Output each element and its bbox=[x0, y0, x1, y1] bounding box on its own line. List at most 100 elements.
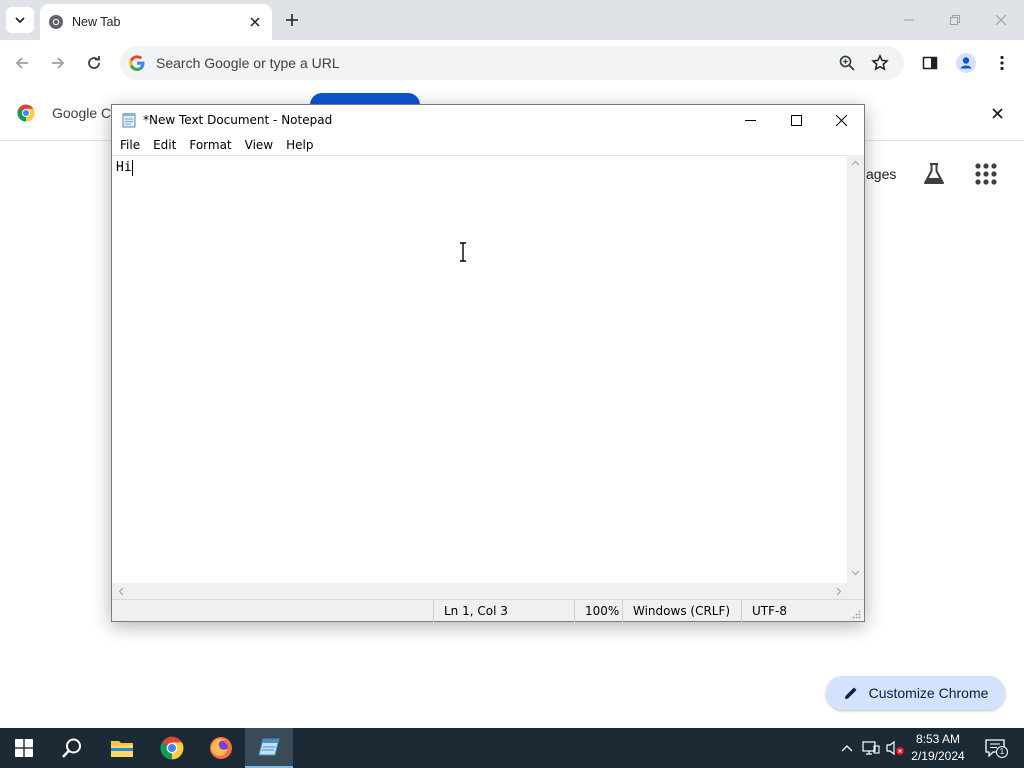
notepad-icon bbox=[122, 113, 136, 128]
taskbar: 8:53 AM 2/19/2024 1 bbox=[0, 728, 1024, 768]
chrome-close-button[interactable] bbox=[987, 6, 1015, 34]
ibeam-cursor-icon bbox=[460, 242, 466, 262]
chrome-minimize-button[interactable] bbox=[895, 6, 923, 34]
scroll-down-button[interactable] bbox=[849, 567, 861, 579]
notepad-minimize-button[interactable] bbox=[727, 105, 773, 135]
avatar-icon bbox=[956, 53, 976, 73]
clock-date: 2/19/2024 bbox=[911, 749, 965, 763]
chevron-down-icon bbox=[851, 570, 859, 576]
flask-icon bbox=[924, 163, 944, 184]
new-tab-button[interactable] bbox=[280, 8, 304, 32]
status-zoom-text: 100% bbox=[585, 604, 620, 618]
taskbar-firefox[interactable] bbox=[197, 728, 245, 768]
status-encoding: UTF-8 bbox=[741, 600, 851, 622]
notepad-icon bbox=[258, 738, 280, 756]
resize-grip-icon[interactable] bbox=[851, 609, 861, 619]
status-position: Ln 1, Col 3 bbox=[433, 600, 574, 622]
chevron-right-icon bbox=[836, 587, 842, 595]
chevron-left-icon bbox=[118, 587, 124, 595]
status-line-endings: Windows (CRLF) bbox=[622, 600, 741, 622]
tab-title: New Tab bbox=[72, 15, 121, 29]
notepad-titlebar[interactable]: *New Text Document - Notepad bbox=[112, 105, 864, 135]
taskbar-file-explorer[interactable] bbox=[98, 728, 146, 768]
notepad-text-area[interactable]: Hi bbox=[112, 155, 847, 583]
start-button[interactable] bbox=[0, 728, 48, 768]
horizontal-scrollbar[interactable] bbox=[112, 583, 864, 599]
notification-count-badge: 1 bbox=[996, 746, 1008, 758]
status-encoding-text: UTF-8 bbox=[752, 604, 787, 618]
notepad-statusbar: Ln 1, Col 3 100% Windows (CRLF) UTF-8 bbox=[112, 599, 864, 622]
chevron-down-icon bbox=[15, 17, 25, 24]
close-icon bbox=[835, 114, 847, 126]
menu-format[interactable]: Format bbox=[184, 138, 237, 152]
chrome-tabstrip: New Tab bbox=[0, 0, 1024, 40]
bookmark-star-button[interactable] bbox=[871, 53, 889, 72]
reload-button[interactable] bbox=[80, 49, 108, 77]
vertical-scrollbar[interactable] bbox=[847, 155, 864, 583]
restore-icon bbox=[950, 15, 960, 25]
omnibox-placeholder: Search Google or type a URL bbox=[156, 55, 340, 71]
chrome-logo-icon bbox=[17, 104, 35, 122]
side-panel-icon bbox=[922, 56, 938, 70]
menu-file[interactable]: File bbox=[115, 138, 146, 152]
ntp-images-link[interactable]: ages bbox=[866, 166, 896, 182]
network-button[interactable] bbox=[861, 738, 881, 758]
folder-icon bbox=[111, 741, 133, 757]
back-button[interactable] bbox=[8, 49, 36, 77]
close-icon bbox=[995, 14, 1007, 26]
taskbar-clock[interactable]: 8:53 AM 2/19/2024 bbox=[906, 731, 970, 765]
taskbar-search-button[interactable] bbox=[48, 728, 96, 768]
notepad-maximize-button[interactable] bbox=[773, 105, 819, 135]
minimize-icon bbox=[744, 119, 756, 121]
network-icon bbox=[862, 741, 880, 755]
taskbar-notepad[interactable] bbox=[245, 728, 293, 768]
tab-search-button[interactable] bbox=[6, 7, 34, 33]
notepad-close-button[interactable] bbox=[818, 105, 864, 135]
star-icon bbox=[871, 53, 889, 71]
volume-button[interactable] bbox=[885, 738, 905, 758]
zoom-icon bbox=[839, 55, 855, 71]
notepad-title: *New Text Document - Notepad bbox=[143, 113, 333, 127]
menu-help[interactable]: Help bbox=[281, 138, 319, 152]
status-zoom: 100% bbox=[574, 600, 622, 622]
arrow-right-icon bbox=[52, 57, 65, 69]
close-icon bbox=[250, 17, 260, 27]
action-center-button[interactable]: 1 bbox=[983, 738, 1008, 758]
chevron-up-icon bbox=[851, 160, 859, 166]
promo-label: Google Ch bbox=[52, 105, 119, 121]
side-panel-button[interactable] bbox=[916, 49, 944, 77]
chrome-menu-button[interactable] bbox=[988, 49, 1016, 77]
close-icon bbox=[991, 107, 1003, 119]
status-line-endings-text: Windows (CRLF) bbox=[633, 604, 731, 618]
promo-close-button[interactable] bbox=[988, 104, 1006, 122]
clock-time: 8:53 AM bbox=[915, 732, 961, 746]
chrome-logo-icon bbox=[160, 736, 184, 760]
zoom-button[interactable] bbox=[838, 54, 856, 72]
chevron-up-icon bbox=[841, 745, 853, 752]
menu-view[interactable]: View bbox=[240, 138, 279, 152]
google-apps-button[interactable] bbox=[973, 161, 999, 187]
omnibox[interactable]: Search Google or type a URL bbox=[120, 46, 904, 80]
arrow-left-icon bbox=[15, 57, 28, 69]
windows-logo-icon bbox=[15, 739, 33, 757]
customize-chrome-label: Customize Chrome bbox=[868, 685, 989, 701]
taskbar-chrome[interactable] bbox=[148, 728, 196, 768]
maximize-icon bbox=[790, 114, 802, 126]
profile-button[interactable] bbox=[952, 49, 980, 77]
status-position-text: Ln 1, Col 3 bbox=[444, 604, 508, 618]
scroll-left-button[interactable] bbox=[115, 585, 127, 597]
labs-button[interactable] bbox=[921, 161, 947, 187]
tab-close-button[interactable] bbox=[246, 13, 264, 31]
tab-new-tab[interactable]: New Tab bbox=[40, 4, 272, 40]
apps-grid-icon bbox=[975, 163, 997, 185]
volume-muted-icon bbox=[886, 740, 904, 756]
customize-chrome-button[interactable]: Customize Chrome bbox=[826, 676, 1005, 710]
notepad-menubar: File Edit Format View Help bbox=[112, 135, 864, 155]
search-icon bbox=[62, 738, 81, 758]
scroll-right-button[interactable] bbox=[833, 585, 845, 597]
forward-button[interactable] bbox=[44, 49, 72, 77]
scroll-up-button[interactable] bbox=[849, 157, 861, 169]
show-hidden-icons-button[interactable] bbox=[837, 738, 857, 758]
menu-edit[interactable]: Edit bbox=[148, 138, 182, 152]
chrome-restore-button[interactable] bbox=[941, 6, 969, 34]
